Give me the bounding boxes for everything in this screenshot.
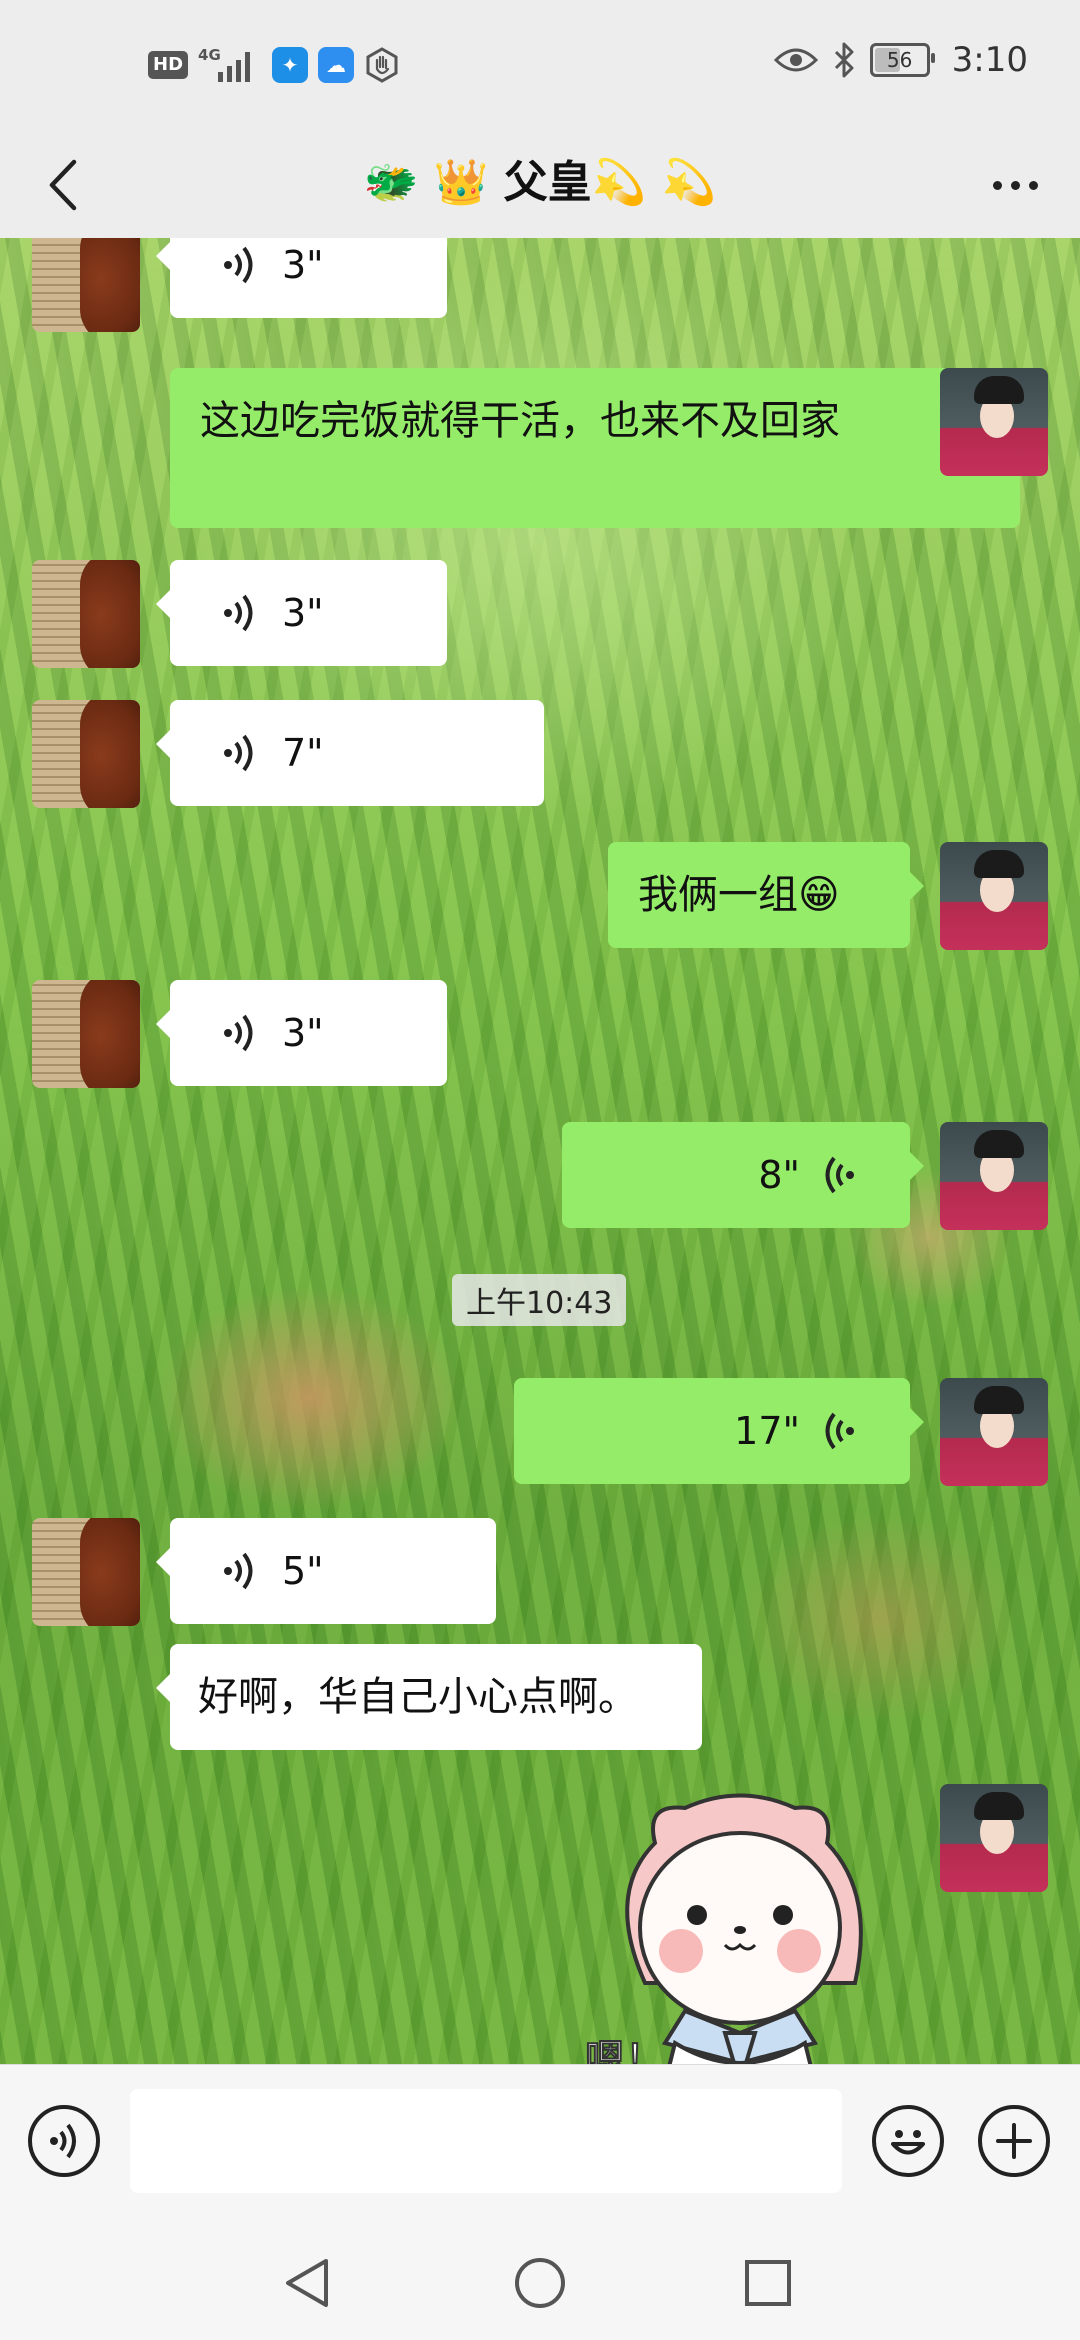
bear-sticker-icon: 嗯！ — [584, 1793, 863, 2064]
voice-input-button[interactable] — [28, 2105, 100, 2177]
voice-wave-icon — [222, 593, 256, 633]
app-notification-icon: ✦ — [272, 47, 309, 83]
smiley-icon — [891, 2130, 925, 2155]
more-icon — [992, 180, 1002, 190]
triangle-back-icon — [286, 2259, 328, 2307]
cloud-icon: ☁ — [318, 47, 355, 83]
my-avatar[interactable] — [940, 1784, 1048, 1892]
contact-avatar[interactable] — [32, 980, 140, 1088]
battery-level: 56 — [886, 48, 913, 72]
voice-message-bubble[interactable]: 3" — [156, 560, 447, 666]
more-actions-button[interactable] — [978, 2105, 1050, 2177]
text-message-bubble[interactable]: 好啊，华自己小心点啊。 — [156, 1644, 702, 1750]
hand-icon — [364, 47, 400, 83]
eye-icon — [773, 46, 818, 74]
bluetooth-icon — [832, 42, 856, 78]
voice-duration: 3" — [282, 243, 324, 287]
voice-wave-icon — [222, 245, 256, 285]
voice-wave-icon — [222, 733, 256, 773]
voice-message-bubble[interactable]: 5" — [156, 1518, 496, 1624]
voice-duration: 3" — [282, 591, 324, 635]
voice-wave-icon — [822, 1411, 856, 1451]
nav-back-button[interactable] — [272, 2248, 342, 2318]
voice-message-bubble[interactable]: 3" — [156, 980, 447, 1086]
chat-title: 🐲 👑 父皇💫 💫 — [363, 157, 717, 208]
status-right-icons: 56 3:10 — [773, 40, 1028, 80]
emoji-button[interactable] — [872, 2105, 944, 2177]
voice-wave-icon — [822, 1155, 856, 1195]
system-navigation-bar — [0, 2222, 1080, 2340]
voice-wave-icon — [222, 1551, 256, 1591]
voice-wave-icon — [222, 1013, 256, 1053]
voice-message-bubble[interactable]: 8" — [562, 1122, 924, 1228]
voice-message-bubble[interactable]: 17" — [514, 1378, 924, 1484]
my-avatar[interactable] — [940, 842, 1048, 950]
chat-header: 🐲 👑 父皇💫 💫 — [0, 130, 1080, 238]
hd-badge: HD — [148, 51, 189, 79]
contact-avatar[interactable] — [32, 1518, 140, 1626]
text-message-bubble[interactable]: 这边吃完饭就得干活，也来不及回家 — [170, 368, 1034, 528]
my-avatar[interactable] — [940, 1378, 1048, 1486]
nav-recents-button[interactable] — [733, 2248, 803, 2318]
my-avatar[interactable] — [940, 1122, 1048, 1230]
voice-duration: 5" — [282, 1549, 324, 1593]
plus-icon — [996, 2123, 1032, 2159]
message-timestamp: 上午10:43 — [452, 1274, 627, 1326]
sticker-text: 嗯！ — [585, 2037, 665, 2064]
message-text: 好啊，华自己小心点啊。 — [198, 1674, 638, 1720]
chat-message-area[interactable]: 3" 这边吃完饭就得干活，也来不及回家 3" 7" 我俩一组😁 3" 8" 上午… — [0, 238, 1080, 2064]
clock: 3:10 — [951, 40, 1028, 80]
sticker-message[interactable]: 嗯！ — [584, 1783, 895, 2064]
contact-avatar[interactable] — [32, 700, 140, 808]
input-bar — [0, 2064, 1080, 2223]
more-options-button[interactable] — [980, 150, 1050, 220]
text-message-bubble[interactable]: 我俩一组😁 — [608, 842, 924, 948]
voice-duration: 7" — [282, 731, 324, 775]
battery-icon: 56 — [869, 43, 935, 77]
square-recents-icon — [745, 2260, 791, 2306]
message-text: 这边吃完饭就得干活，也来不及回家 — [200, 398, 840, 444]
message-text: 我俩一组😁 — [638, 872, 840, 918]
voice-message-bubble[interactable]: 3" — [156, 238, 447, 318]
message-input[interactable] — [130, 2089, 842, 2193]
circle-home-icon — [515, 2258, 565, 2308]
voice-icon — [50, 2123, 76, 2159]
status-bar: HD 4G ✦ ☁ 56 3:10 — [0, 0, 1080, 130]
voice-duration: 3" — [282, 1011, 324, 1055]
voice-message-bubble[interactable]: 7" — [156, 700, 544, 806]
nav-home-button[interactable] — [505, 2248, 575, 2318]
status-left-icons: HD 4G ✦ ☁ — [148, 46, 400, 84]
voice-duration: 8" — [758, 1153, 800, 1197]
contact-avatar[interactable] — [32, 560, 140, 668]
voice-duration: 17" — [734, 1409, 800, 1453]
my-avatar[interactable] — [940, 368, 1048, 476]
contact-avatar[interactable] — [32, 238, 140, 332]
signal-icon: 4G — [198, 46, 262, 84]
